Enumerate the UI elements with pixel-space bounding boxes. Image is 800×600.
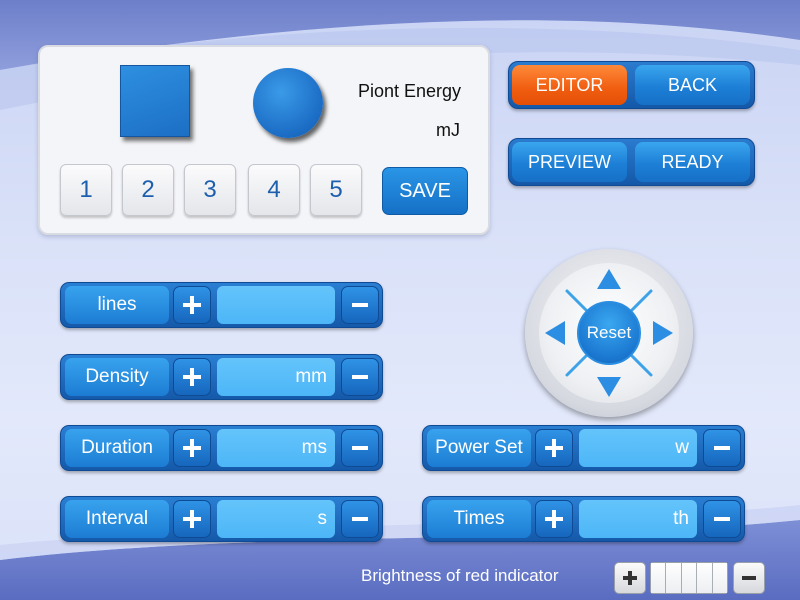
brightness-segment[interactable]	[712, 563, 728, 593]
arrow-down-icon[interactable]	[597, 377, 621, 397]
number-button-4[interactable]: 4	[248, 164, 300, 216]
plus-icon	[545, 439, 563, 457]
arrow-right-icon[interactable]	[653, 321, 673, 345]
interval-label: Interval	[65, 500, 169, 538]
plus-icon	[183, 439, 201, 457]
plus-icon	[183, 368, 201, 386]
minus-icon	[352, 517, 368, 521]
minus-icon	[352, 446, 368, 450]
save-button[interactable]: SAVE	[382, 167, 468, 215]
brightness-segment[interactable]	[697, 563, 713, 593]
times-plus-button[interactable]	[535, 500, 573, 538]
minus-icon	[352, 375, 368, 379]
brightness-minus-button[interactable]	[733, 562, 765, 594]
minus-icon	[714, 446, 730, 450]
number-button-3[interactable]: 3	[184, 164, 236, 216]
energy-panel: Piont Energy mJ 1 2 3 4 5 SAVE	[38, 45, 490, 235]
circle-shape-button[interactable]	[253, 68, 323, 138]
back-button[interactable]: BACK	[635, 65, 750, 105]
number-button-2[interactable]: 2	[122, 164, 174, 216]
number-button-5[interactable]: 5	[310, 164, 362, 216]
plus-icon	[183, 296, 201, 314]
arrow-left-icon[interactable]	[545, 321, 565, 345]
times-label: Times	[427, 500, 531, 538]
editor-back-group: EDITOR BACK	[508, 61, 755, 109]
density-plus-button[interactable]	[173, 358, 211, 396]
duration-row: Duration ms	[60, 425, 383, 471]
power-set-row: Power Set w	[422, 425, 745, 471]
plus-icon	[545, 510, 563, 528]
minus-icon	[742, 576, 756, 580]
interval-row: Interval s	[60, 496, 383, 542]
interval-minus-button[interactable]	[341, 500, 379, 538]
square-shape-button[interactable]	[120, 65, 190, 137]
brightness-segment[interactable]	[681, 563, 698, 593]
minus-icon	[714, 517, 730, 521]
times-minus-button[interactable]	[703, 500, 741, 538]
duration-label: Duration	[65, 429, 169, 467]
point-energy-label: Piont Energy	[358, 81, 462, 101]
energy-unit-label: mJ	[436, 120, 460, 140]
lines-field[interactable]	[217, 286, 335, 324]
brightness-segment[interactable]	[666, 563, 682, 593]
reset-button[interactable]: Reset	[577, 301, 641, 365]
brightness-label: Brightness of red indicator	[361, 566, 559, 585]
number-button-1[interactable]: 1	[60, 164, 112, 216]
minus-icon	[352, 303, 368, 307]
lines-minus-button[interactable]	[341, 286, 379, 324]
times-field[interactable]: th	[579, 500, 697, 538]
density-row: Density mm	[60, 354, 383, 400]
direction-pad: Reset	[525, 249, 693, 417]
lines-plus-button[interactable]	[173, 286, 211, 324]
brightness-plus-button[interactable]	[614, 562, 646, 594]
plus-icon	[183, 510, 201, 528]
duration-plus-button[interactable]	[173, 429, 211, 467]
duration-field[interactable]: ms	[217, 429, 335, 467]
power-plus-button[interactable]	[535, 429, 573, 467]
power-set-label: Power Set	[427, 429, 531, 467]
lines-row: lines	[60, 282, 383, 328]
interval-field[interactable]: s	[217, 500, 335, 538]
power-minus-button[interactable]	[703, 429, 741, 467]
interval-plus-button[interactable]	[173, 500, 211, 538]
editor-button[interactable]: EDITOR	[512, 65, 627, 105]
times-row: Times th	[422, 496, 745, 542]
ready-button[interactable]: READY	[635, 142, 750, 182]
plus-icon	[623, 571, 637, 585]
density-field[interactable]: mm	[217, 358, 335, 396]
brightness-segment[interactable]	[651, 563, 667, 593]
preview-button[interactable]: PREVIEW	[512, 142, 627, 182]
power-field[interactable]: w	[579, 429, 697, 467]
duration-minus-button[interactable]	[341, 429, 379, 467]
lines-label: lines	[65, 286, 169, 324]
density-minus-button[interactable]	[341, 358, 379, 396]
brightness-level-bar[interactable]	[650, 562, 728, 594]
preview-ready-group: PREVIEW READY	[508, 138, 755, 186]
density-label: Density	[65, 358, 169, 396]
arrow-up-icon[interactable]	[597, 269, 621, 289]
